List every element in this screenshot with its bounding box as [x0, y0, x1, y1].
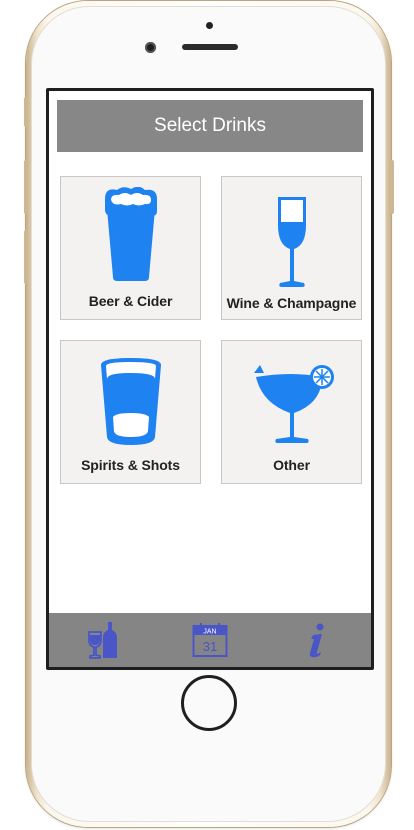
proximity-sensor [206, 22, 213, 29]
page-title: Select Drinks [154, 115, 266, 136]
drink-tile-other[interactable]: Other [221, 340, 362, 484]
wine-bottle-icon [87, 622, 117, 659]
calendar-month: JAN [203, 629, 216, 636]
tab-drinks[interactable] [73, 613, 133, 667]
power-button [390, 160, 394, 214]
drink-tile-spirits-shots[interactable]: Spirits & Shots [60, 340, 201, 484]
home-button[interactable] [181, 675, 237, 731]
tab-bar: JAN 31 [49, 613, 371, 667]
app-screen: Select Drinks Beer & Cider Wine & Champa… [46, 88, 374, 670]
volume-up-button [24, 160, 28, 214]
mute-switch [24, 97, 28, 127]
tab-info[interactable] [287, 613, 347, 667]
wine-glass-icon [222, 195, 361, 289]
drink-tile-label: Spirits & Shots [81, 457, 180, 473]
tab-calendar[interactable]: JAN 31 [180, 613, 240, 667]
earpiece-speaker [182, 44, 238, 50]
drink-tile-label: Other [273, 457, 310, 473]
title-bar: Select Drinks [57, 100, 363, 152]
calendar-day: 31 [203, 639, 217, 654]
shot-glass-icon [61, 357, 200, 447]
cocktail-glass-icon [222, 363, 361, 447]
drink-tile-label: Wine & Champagne [226, 295, 357, 311]
drink-tile-label: Beer & Cider [88, 293, 173, 309]
drink-tile-wine-champagne[interactable]: Wine & Champagne [221, 176, 362, 320]
info-icon [310, 623, 324, 658]
drink-tile-beer-cider[interactable]: Beer & Cider [60, 176, 201, 320]
beer-glass-icon [61, 187, 200, 283]
volume-down-button [24, 230, 28, 284]
front-camera [145, 42, 156, 53]
calendar-icon: JAN 31 [192, 623, 228, 657]
